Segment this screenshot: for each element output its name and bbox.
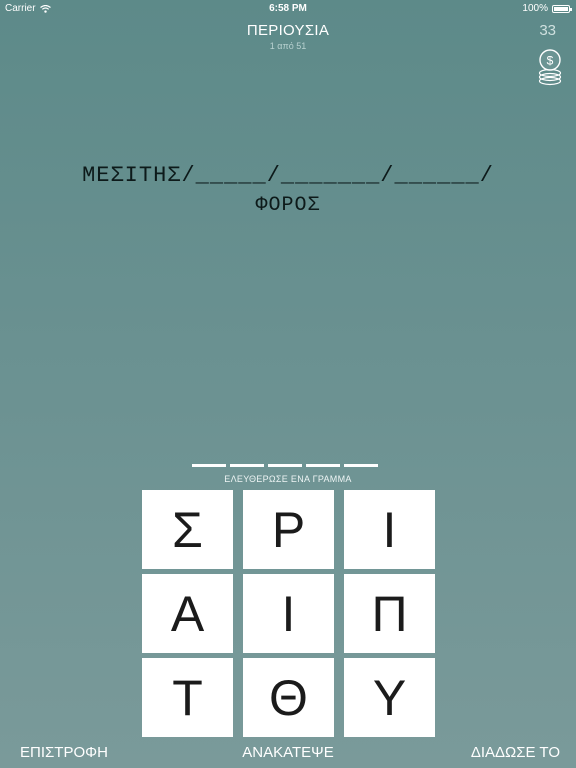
status-bar: Carrier 6:58 PM 100% — [0, 0, 576, 18]
answer-slot[interactable] — [192, 464, 226, 467]
letter-tile[interactable]: Σ — [142, 490, 233, 569]
letter-tile[interactable]: Υ — [344, 658, 435, 737]
answer-slot[interactable] — [344, 464, 378, 467]
answer-slot[interactable] — [306, 464, 340, 467]
letter-grid: Σ Ρ Ι Α Ι Π Τ Θ Υ — [142, 490, 435, 737]
letter-tile[interactable]: Τ — [142, 658, 233, 737]
page-title: ΠΕΡΙΟΥΣΙΑ — [246, 22, 330, 39]
battery-info: 100% — [522, 3, 572, 14]
dollar-coin-stack-icon[interactable]: $ — [538, 48, 562, 86]
reveal-letter-hint[interactable]: ΕΛΕΥΘΕΡΩΣΕ ΕΝΑ ΓΡΑΜΜΑ — [0, 474, 576, 484]
letter-tile[interactable]: Ι — [344, 490, 435, 569]
level-progress: 1 από 51 — [269, 41, 307, 51]
svg-text:$: $ — [547, 54, 554, 68]
letter-tile[interactable]: Α — [142, 574, 233, 653]
battery-icon — [552, 4, 572, 13]
status-time: 6:58 PM — [269, 3, 307, 14]
share-button[interactable]: ΔΙΑΔΩΣΕ ΤΟ — [471, 744, 560, 761]
bottom-toolbar: ΕΠΙΣΤΡΟΦΗ ΑΝΑΚΑΤΕΨΕ ΔΙΑΔΩΣΕ ΤΟ — [0, 740, 576, 764]
letter-tile[interactable]: Ι — [243, 574, 334, 653]
answer-slot[interactable] — [230, 464, 264, 467]
answer-slots — [192, 464, 378, 467]
battery-percent: 100% — [522, 3, 548, 14]
letter-tile[interactable]: Π — [344, 574, 435, 653]
clue-line-2: ΦΟΡΟΣ — [255, 194, 321, 217]
answer-slot[interactable] — [268, 464, 302, 467]
clue-line-1: ΜΕΣΙΤΗΣ/_____/_______/______/ — [82, 163, 494, 188]
letter-tile[interactable]: Θ — [243, 658, 334, 737]
letter-tile[interactable]: Ρ — [243, 490, 334, 569]
coins-count: 33 — [539, 22, 556, 39]
